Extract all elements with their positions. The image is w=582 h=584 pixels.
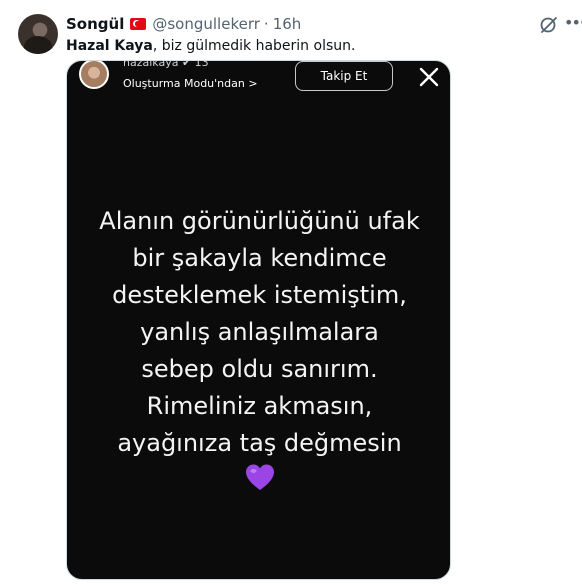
display-name[interactable]: Songül xyxy=(66,14,124,34)
tweet-body: , biz gülmedik haberin olsun. xyxy=(152,38,356,54)
user-handle[interactable]: @songullekerr xyxy=(152,14,260,34)
close-icon[interactable] xyxy=(417,65,441,89)
story-avatar xyxy=(79,61,109,89)
mention-link[interactable]: Hazal Kaya xyxy=(66,38,153,54)
story-text: Alanın görünürlüğünü ufak bir şakayla ke… xyxy=(67,203,450,462)
story-username: hazalkaya ✔ 13 xyxy=(123,60,209,69)
separator-dot: · xyxy=(263,15,269,33)
story-source: Oluşturma Modu'ndan > xyxy=(123,77,258,90)
story-line: Rimeliniz akmasın, xyxy=(146,392,373,420)
follow-button[interactable]: Takip Et xyxy=(295,61,393,91)
more-options-icon[interactable]: ••• xyxy=(564,15,582,35)
story-line: desteklemek istemiştim, xyxy=(112,281,407,309)
turkey-flag-icon xyxy=(130,18,147,30)
story-line: yanlış anlaşılmalara xyxy=(140,318,379,346)
story-media[interactable]: hazalkaya ✔ 13 Oluşturma Modu'ndan > Tak… xyxy=(66,60,451,580)
purple-heart-icon xyxy=(246,464,274,490)
tweet-header: Songül @songullekerr · 16h xyxy=(66,14,301,34)
story-line: ayağınıza taş değmesin xyxy=(117,429,402,457)
story-line: Alanın görünürlüğünü ufak xyxy=(99,207,420,235)
grok-icon[interactable] xyxy=(539,15,559,35)
story-line: bir şakayla kendimce xyxy=(132,244,387,272)
story-line: sebep oldu sanırım. xyxy=(141,355,378,383)
tweet-time[interactable]: 16h xyxy=(273,14,302,34)
user-avatar[interactable] xyxy=(18,14,58,54)
tweet-text: Hazal Kaya, biz gülmedik haberin olsun. xyxy=(66,36,355,56)
